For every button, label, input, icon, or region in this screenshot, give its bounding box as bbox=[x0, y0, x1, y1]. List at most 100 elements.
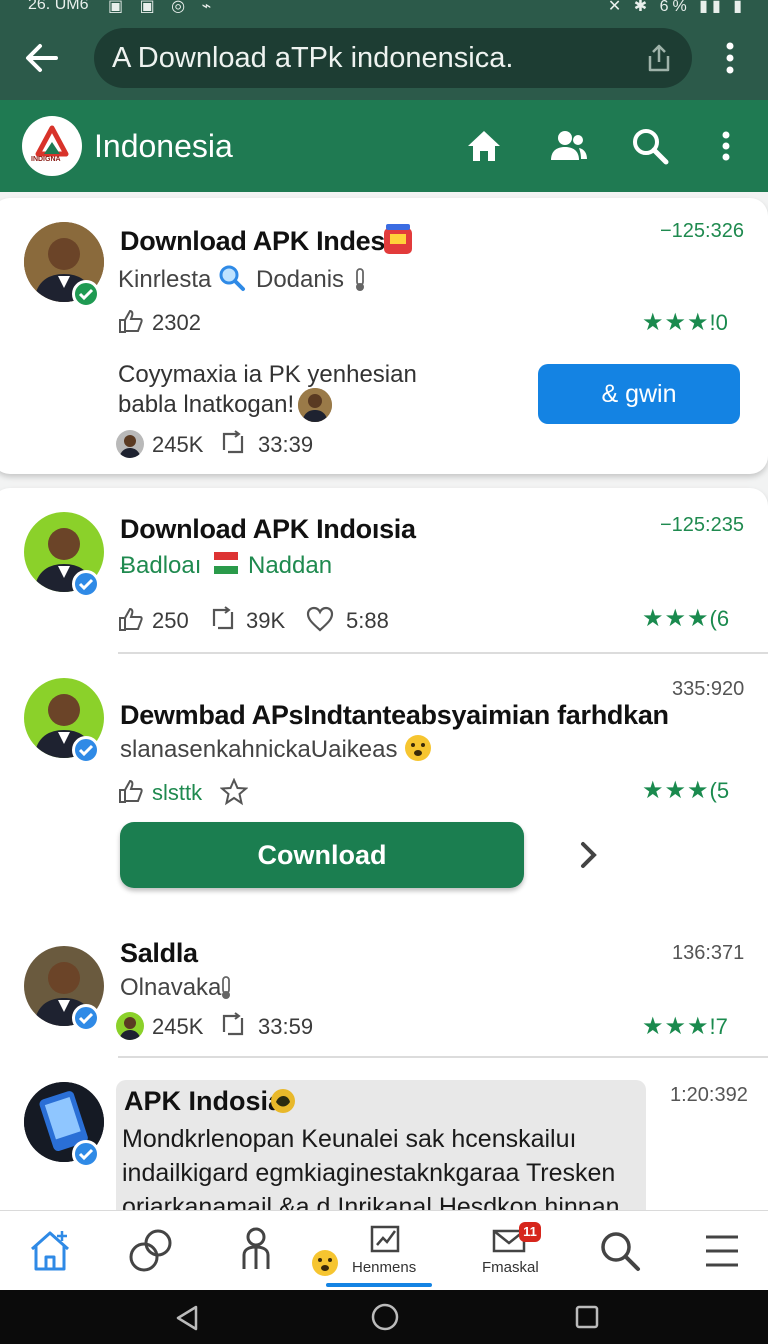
status-time: 26. UM6 bbox=[28, 0, 89, 13]
mini-avatar bbox=[116, 1012, 144, 1040]
post-subtitle-b: Dodanis bbox=[256, 266, 345, 293]
like-count: 2302 bbox=[152, 310, 201, 335]
repost-icon[interactable] bbox=[220, 430, 246, 456]
browser-top-bar: 26. UM6 ▣ ▣ ◎ ⌁ ✕ ✱ 6% ▮▮ ▮ A Download a… bbox=[0, 0, 768, 100]
rating-stars: ★★★(6 bbox=[642, 605, 730, 632]
verified-badge-icon bbox=[72, 736, 100, 764]
gift-emoji-icon bbox=[384, 224, 412, 254]
post-title[interactable]: Download APK Indoısia bbox=[120, 514, 416, 545]
rating-value: !0 bbox=[709, 310, 728, 335]
flag-emoji-icon bbox=[214, 552, 238, 574]
home-icon[interactable] bbox=[464, 126, 504, 166]
repost-icon[interactable] bbox=[210, 606, 236, 632]
post-title[interactable]: Download APK Indesi bbox=[120, 226, 393, 257]
app-logo[interactable]: INDIGNA bbox=[22, 116, 82, 176]
stat-b: 33:39 bbox=[258, 432, 314, 457]
users-icon[interactable] bbox=[548, 126, 588, 166]
heart-count: 5:88 bbox=[346, 608, 389, 633]
rating-stars: ★★★!0 bbox=[642, 309, 728, 336]
back-triangle-icon[interactable] bbox=[174, 1304, 200, 1332]
post-timestamp: 1:20:392 bbox=[670, 1084, 748, 1106]
thumb-up-icon[interactable] bbox=[118, 606, 144, 632]
logo-triangle-icon bbox=[35, 125, 69, 157]
emoji-face-icon[interactable] bbox=[308, 1211, 342, 1291]
back-arrow-icon[interactable] bbox=[22, 38, 62, 78]
face-emoji-icon bbox=[405, 735, 431, 761]
rating-value: !7 bbox=[709, 1014, 728, 1039]
recents-square-icon[interactable] bbox=[574, 1304, 600, 1330]
system-nav-bar bbox=[0, 1290, 768, 1344]
share-icon[interactable] bbox=[644, 42, 674, 74]
status-bar: 26. UM6 ▣ ▣ ◎ ⌁ ✕ ✱ 6% ▮▮ ▮ bbox=[0, 0, 768, 15]
logo-text: INDIGNA bbox=[31, 156, 61, 163]
heart-icon[interactable] bbox=[306, 606, 334, 632]
kebab-icon[interactable] bbox=[716, 126, 736, 166]
post-timestamp: −125:235 bbox=[660, 514, 744, 536]
join-button[interactable]: & gwin bbox=[538, 364, 740, 424]
battery-percent: 6% bbox=[659, 0, 691, 15]
stat-a: 245K bbox=[152, 432, 204, 457]
message-bubble[interactable]: APK Indosia Mondkrlenopan Keunalei sak h… bbox=[116, 1080, 646, 1228]
rating-value: (5 bbox=[709, 778, 730, 803]
like-count: slsttk bbox=[152, 780, 203, 805]
post-title[interactable]: Saldla bbox=[120, 938, 198, 969]
circles-icon[interactable] bbox=[126, 1211, 174, 1291]
repost-icon[interactable] bbox=[220, 1012, 246, 1038]
url-text[interactable]: A Download aTPk indonensica. bbox=[112, 42, 513, 75]
divider bbox=[118, 1056, 768, 1058]
chart-icon[interactable] bbox=[368, 1211, 404, 1291]
home-icon[interactable] bbox=[28, 1211, 72, 1291]
repost-count: 39K bbox=[246, 608, 286, 633]
search-icon[interactable] bbox=[596, 1211, 644, 1291]
post-card-1[interactable]: Download APK Indesi −125:326 Kinrlesta D… bbox=[0, 198, 768, 474]
rating-stars: ★★★!7 bbox=[642, 1013, 728, 1040]
verified-badge-icon bbox=[72, 570, 100, 598]
people-icon[interactable] bbox=[236, 1211, 276, 1291]
app-title: Indonesia bbox=[94, 128, 233, 164]
post-subtitle-a: Ƀadloaı bbox=[120, 552, 202, 579]
post-subtitle-a: Kinrlesta bbox=[118, 266, 212, 293]
magnifier-emoji-icon bbox=[219, 265, 245, 291]
rating-stars: ★★★(5 bbox=[642, 777, 730, 804]
post-timestamp: −125:326 bbox=[660, 220, 744, 242]
post-subtitle: Olnavaka bbox=[120, 974, 222, 1001]
home-circle-icon[interactable] bbox=[370, 1302, 400, 1332]
app-header: INDIGNA Indonesia bbox=[0, 100, 768, 192]
star-outline-icon[interactable] bbox=[220, 778, 248, 806]
nav-label-fmaskal[interactable]: Fmaskal bbox=[482, 1259, 539, 1276]
post-timestamp: 136:371 bbox=[672, 942, 745, 964]
browser-kebab-icon[interactable] bbox=[720, 40, 740, 76]
chevron-right-icon[interactable] bbox=[578, 840, 600, 870]
post-subtitle-b: Naddan bbox=[248, 552, 333, 579]
mini-avatar bbox=[116, 430, 144, 458]
menu-icon[interactable] bbox=[702, 1211, 742, 1291]
emoji-icon bbox=[271, 1089, 295, 1113]
post-description: Coyymaxia ia PK yenhesian babla lnatkoga… bbox=[118, 361, 417, 418]
stat-a: 245K bbox=[152, 1014, 204, 1039]
thermometer-icon bbox=[222, 976, 230, 999]
nav-label-henmens[interactable]: Henmens bbox=[352, 1259, 416, 1276]
verified-badge-icon bbox=[72, 280, 100, 308]
post-title[interactable]: Dewmbad APsIndtanteabsyaimian farhdkan bbox=[120, 700, 669, 731]
search-icon[interactable] bbox=[630, 126, 670, 166]
rating-value: (6 bbox=[709, 606, 730, 631]
post-title: APK Indosia bbox=[124, 1086, 284, 1116]
status-right: ✕ ✱ 6% ▮▮ ▮ bbox=[607, 0, 746, 15]
verified-badge-icon bbox=[72, 1140, 100, 1168]
active-tab-indicator bbox=[326, 1283, 432, 1287]
like-count: 250 bbox=[152, 608, 189, 633]
verified-badge-icon bbox=[72, 1004, 100, 1032]
post-subtitle: slanasenkahnickaUaikeas bbox=[120, 736, 398, 763]
download-button[interactable]: Cownload bbox=[120, 822, 524, 888]
message-text: Mondkrlenopan Keunalei sak hcenskailuı i… bbox=[122, 1125, 620, 1221]
url-bar[interactable]: A Download aTPk indonensica. bbox=[94, 28, 692, 88]
mail-badge: 11 bbox=[519, 1222, 541, 1242]
notification-icons: ▣ ▣ ◎ ⌁ bbox=[108, 0, 218, 15]
stat-b: 33:59 bbox=[258, 1014, 314, 1039]
thumb-up-icon[interactable] bbox=[118, 778, 144, 804]
divider bbox=[118, 652, 768, 654]
post-timestamp: 335:920 bbox=[672, 678, 745, 700]
bottom-nav: Henmens Fmaskal bbox=[0, 1210, 768, 1290]
thumb-up-icon[interactable] bbox=[118, 308, 144, 334]
thermometer-icon bbox=[356, 268, 364, 291]
